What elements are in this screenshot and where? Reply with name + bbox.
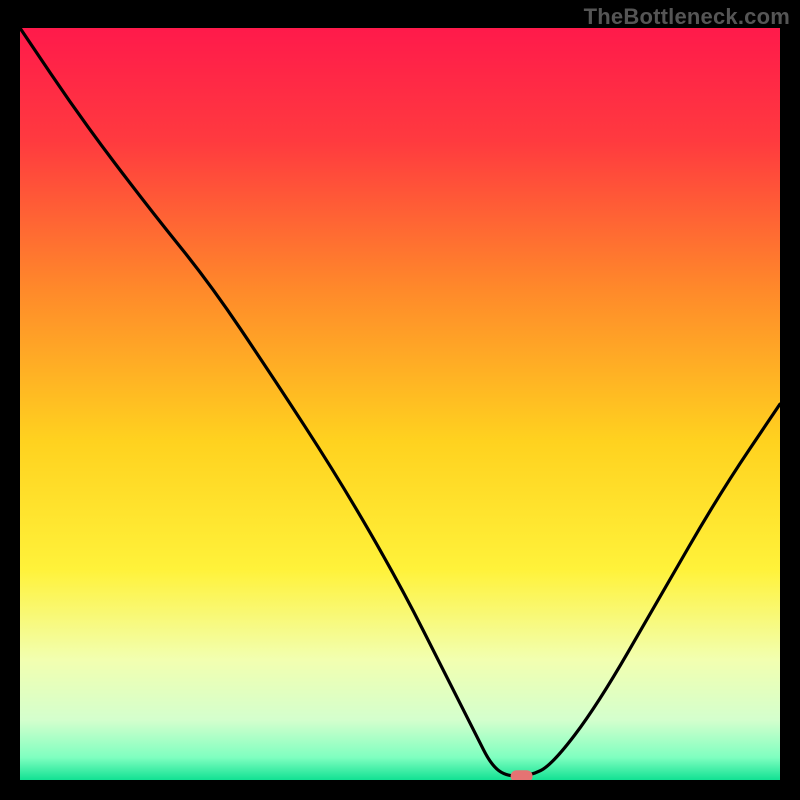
watermark-text: TheBottleneck.com (584, 4, 790, 30)
chart-plot-area (20, 28, 780, 780)
chart-frame: TheBottleneck.com (0, 0, 800, 800)
optimum-marker (511, 770, 533, 780)
gradient-background (20, 28, 780, 780)
chart-svg (20, 28, 780, 780)
